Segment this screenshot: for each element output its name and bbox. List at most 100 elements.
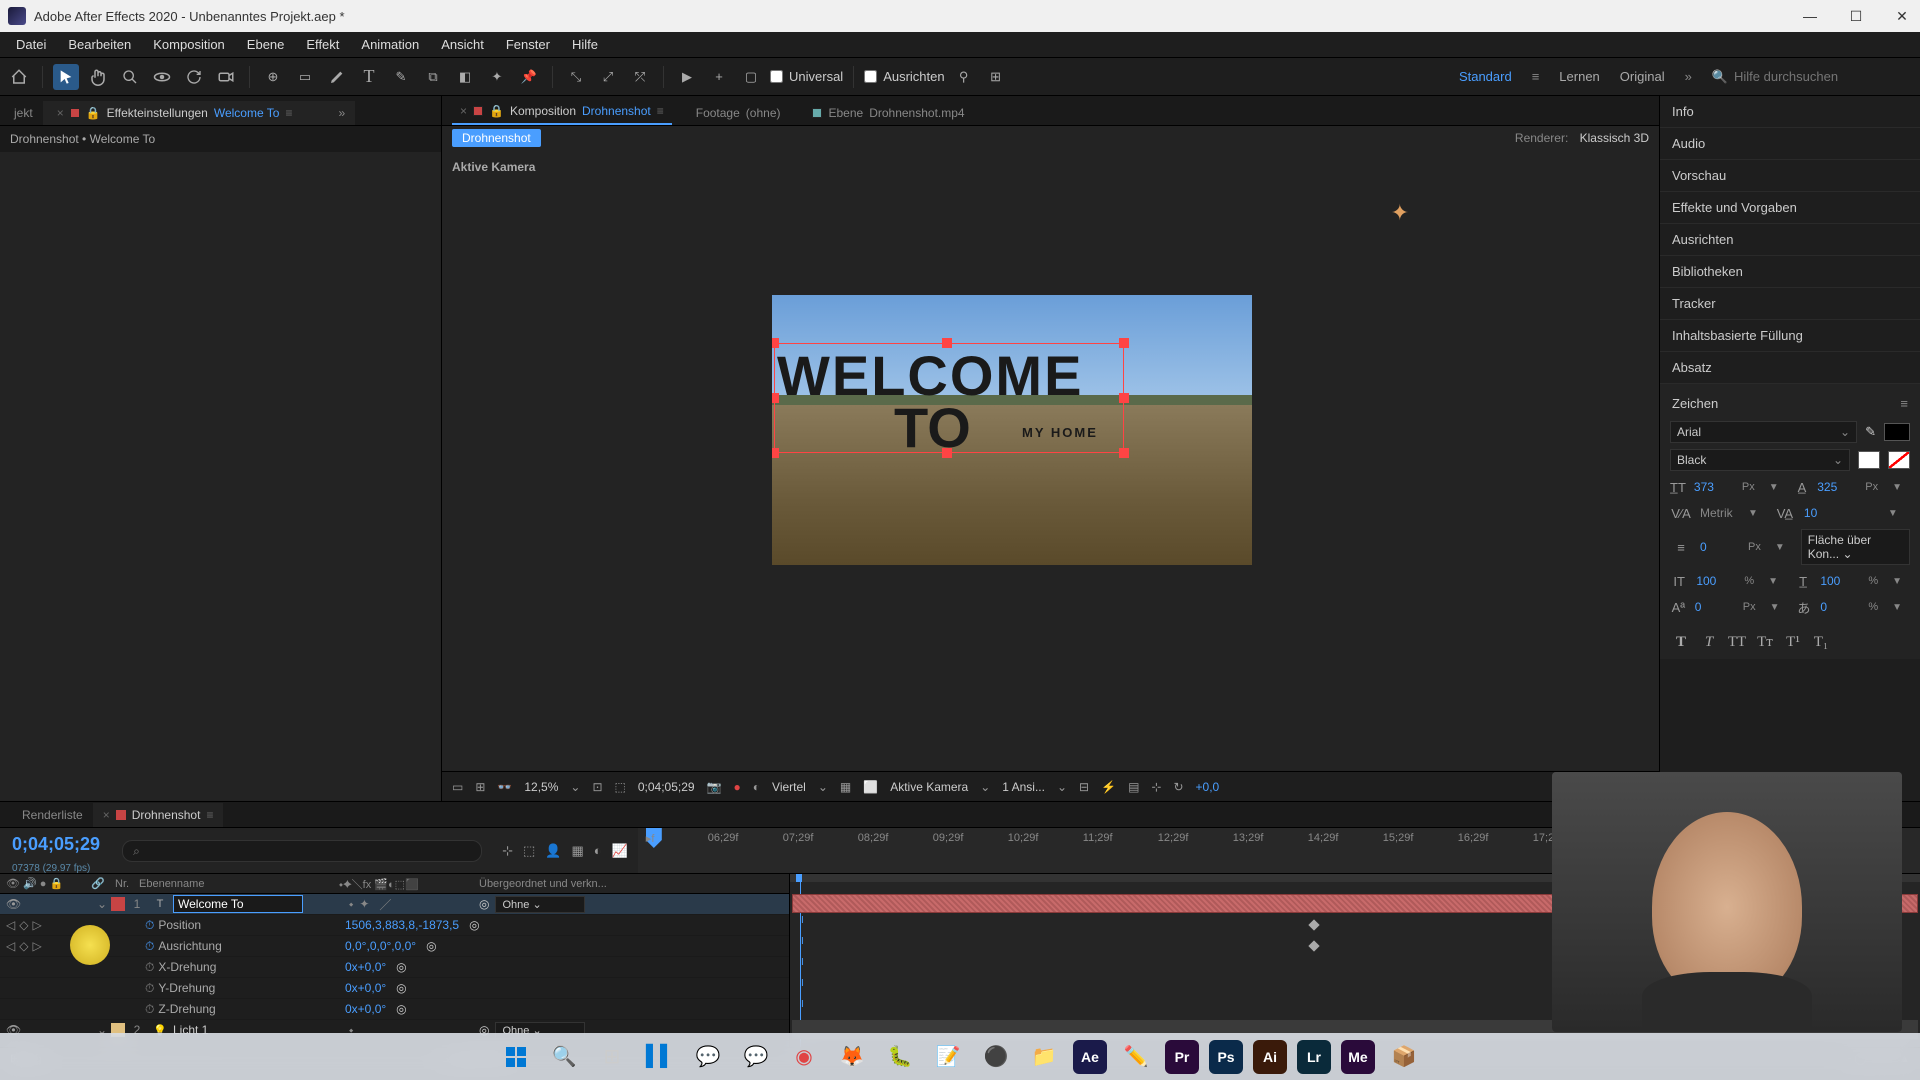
font-size-value[interactable]: 373: [1694, 480, 1734, 494]
vscale-value[interactable]: 100: [1696, 574, 1736, 588]
obs-icon[interactable]: ⚫: [977, 1038, 1015, 1076]
font-style-dropdown[interactable]: Black ⌄: [1670, 449, 1850, 471]
light-gizmo-icon[interactable]: ✦: [1391, 200, 1409, 226]
shape-tool[interactable]: ▭: [292, 64, 318, 90]
close-button[interactable]: ✕: [1892, 8, 1912, 25]
property-row-zrotation[interactable]: ⏱Z-Drehung 0x+0,0° ◎: [0, 999, 789, 1020]
pen-tool[interactable]: [324, 64, 350, 90]
pickwhip-icon[interactable]: ◎: [396, 960, 406, 974]
keyframe[interactable]: [1308, 919, 1319, 930]
faux-bold-button[interactable]: T: [1670, 631, 1692, 653]
timecode-display[interactable]: 0;04;05;29: [638, 780, 695, 794]
zrotation-value[interactable]: 0x+0,0°: [345, 1002, 386, 1016]
teams-icon[interactable]: 💬: [689, 1038, 727, 1076]
layer-row-1[interactable]: 👁 ⌄ 1 T ⬩✦／ ◎ Ohne ⌄: [0, 894, 789, 915]
selection-handle[interactable]: [1119, 338, 1129, 348]
comp-breadcrumb[interactable]: Drohnenshot: [452, 129, 541, 147]
menu-komposition[interactable]: Komposition: [143, 35, 235, 54]
home-tool[interactable]: [6, 64, 32, 90]
pickwhip-icon[interactable]: ◎: [396, 981, 406, 995]
close-icon[interactable]: ×: [57, 106, 64, 120]
region-icon[interactable]: ⬚: [615, 780, 626, 794]
menu-effekt[interactable]: Effekt: [296, 35, 349, 54]
stopwatch-icon[interactable]: ⏱: [145, 939, 154, 953]
view-axis-icon[interactable]: ⤱: [627, 64, 653, 90]
chevron-down-icon[interactable]: ⌄: [1057, 780, 1067, 794]
property-row-position[interactable]: ◁◇▷ ⏱Position 1506,3,883,8,-1873,5 ◎: [0, 915, 789, 936]
timeline-comp-tab[interactable]: × Drohnenshot ≡: [93, 803, 224, 827]
shy-icon[interactable]: 👤: [545, 843, 561, 859]
effect-controls-tab[interactable]: × 🔒 Effekteinstellungen Welcome To ≡ »: [43, 101, 355, 125]
panel-info[interactable]: Info: [1660, 96, 1920, 128]
project-tab[interactable]: jekt: [4, 101, 43, 125]
stroke-option-dropdown[interactable]: Fläche über Kon... ⌄: [1801, 529, 1910, 565]
faux-italic-button[interactable]: T: [1698, 631, 1720, 653]
panel-paragraph[interactable]: Absatz: [1660, 352, 1920, 384]
panel-align[interactable]: Ausrichten: [1660, 224, 1920, 256]
stopwatch-icon[interactable]: ⏱: [145, 981, 154, 995]
brush-tool[interactable]: ✎: [388, 64, 414, 90]
menu-hilfe[interactable]: Hilfe: [562, 35, 608, 54]
transparency-icon[interactable]: ▦: [840, 780, 851, 794]
xrotation-value[interactable]: 0x+0,0°: [345, 960, 386, 974]
pickwhip-icon[interactable]: ◎: [479, 897, 489, 911]
panel-tracker[interactable]: Tracker: [1660, 288, 1920, 320]
pickwhip-icon[interactable]: ◎: [469, 918, 479, 932]
selection-handle[interactable]: [942, 448, 952, 458]
lightroom-icon[interactable]: Lr: [1297, 1040, 1331, 1074]
hand-tool[interactable]: [85, 64, 111, 90]
panel-libraries[interactable]: Bibliotheken: [1660, 256, 1920, 288]
color-mgmt-icon[interactable]: ◐: [753, 780, 760, 794]
timeline-timecode[interactable]: 0;04;05;29 07378 (29.97 fps): [0, 828, 112, 873]
chevron-down-icon[interactable]: ⌄: [980, 780, 990, 794]
position-value[interactable]: 1506,3,883,8,-1873,5: [345, 918, 459, 932]
eraser-tool[interactable]: ◧: [452, 64, 478, 90]
tsume-value[interactable]: 0: [1820, 600, 1860, 614]
renderer-selector[interactable]: Renderer: Klassisch 3D: [1515, 131, 1649, 145]
selection-handle[interactable]: [772, 448, 779, 458]
taskbar-app[interactable]: 📝: [929, 1038, 967, 1076]
workspace-learn[interactable]: Lernen: [1559, 69, 1599, 84]
maximize-button[interactable]: ☐: [1846, 8, 1866, 25]
stroke-value[interactable]: 0: [1700, 540, 1740, 554]
composition-tab[interactable]: × 🔒 Komposition Drohnenshot ≡: [452, 99, 672, 125]
grid-icon[interactable]: ⊞: [475, 780, 485, 794]
frame-blend-icon[interactable]: ▦: [571, 843, 583, 859]
layer-name-input[interactable]: [173, 895, 303, 913]
layer-tab[interactable]: Ebene Drohnenshot.mp4: [804, 101, 972, 125]
taskbar-app[interactable]: ✏️: [1117, 1038, 1155, 1076]
flowchart-icon[interactable]: ⊹: [1151, 780, 1161, 794]
selection-handle[interactable]: [772, 393, 779, 403]
clone-tool[interactable]: ⧉: [420, 64, 446, 90]
property-row-orientation[interactable]: ◁◇▷ ⏱Ausrichtung 0,0°,0,0°,0,0° ◎: [0, 936, 789, 957]
panel-effects[interactable]: Effekte und Vorgaben: [1660, 192, 1920, 224]
snap-plus-icon[interactable]: +: [706, 64, 732, 90]
fill-color-swatch[interactable]: [1884, 423, 1910, 441]
puppet-tool[interactable]: 📌: [516, 64, 542, 90]
panel-preview[interactable]: Vorschau: [1660, 160, 1920, 192]
pickwhip-icon[interactable]: ◎: [396, 1002, 406, 1016]
task-view-button[interactable]: ⊞: [593, 1038, 631, 1076]
taskbar-app[interactable]: ◉: [785, 1038, 823, 1076]
leading-value[interactable]: 325: [1817, 480, 1857, 494]
superscript-button[interactable]: T¹: [1782, 631, 1804, 653]
minimize-button[interactable]: —: [1800, 8, 1820, 25]
footage-tab[interactable]: Footage (ohne): [688, 101, 789, 125]
3d-icon[interactable]: ⬜: [863, 780, 878, 794]
motion-blur-icon[interactable]: ◐: [594, 843, 602, 858]
views-dropdown[interactable]: 1 Ansi...: [1002, 780, 1045, 794]
whatsapp-icon[interactable]: 💬: [737, 1038, 775, 1076]
workspace-standard[interactable]: Standard: [1459, 69, 1512, 84]
resolution-icon[interactable]: ⊡: [592, 780, 602, 794]
quality-dropdown[interactable]: Viertel: [772, 780, 806, 794]
all-caps-button[interactable]: TT: [1726, 631, 1748, 653]
after-effects-icon[interactable]: Ae: [1073, 1040, 1107, 1074]
zoom-tool[interactable]: [117, 64, 143, 90]
magnification-icon[interactable]: ▭: [452, 780, 463, 794]
selection-handle[interactable]: [942, 338, 952, 348]
render-queue-tab[interactable]: Renderliste: [12, 803, 93, 827]
channel-icon[interactable]: ●: [734, 780, 741, 794]
taskbar-app[interactable]: 📦: [1385, 1038, 1423, 1076]
tracking-value[interactable]: 10: [1804, 506, 1844, 520]
parent-dropdown[interactable]: Ohne ⌄: [495, 896, 585, 913]
